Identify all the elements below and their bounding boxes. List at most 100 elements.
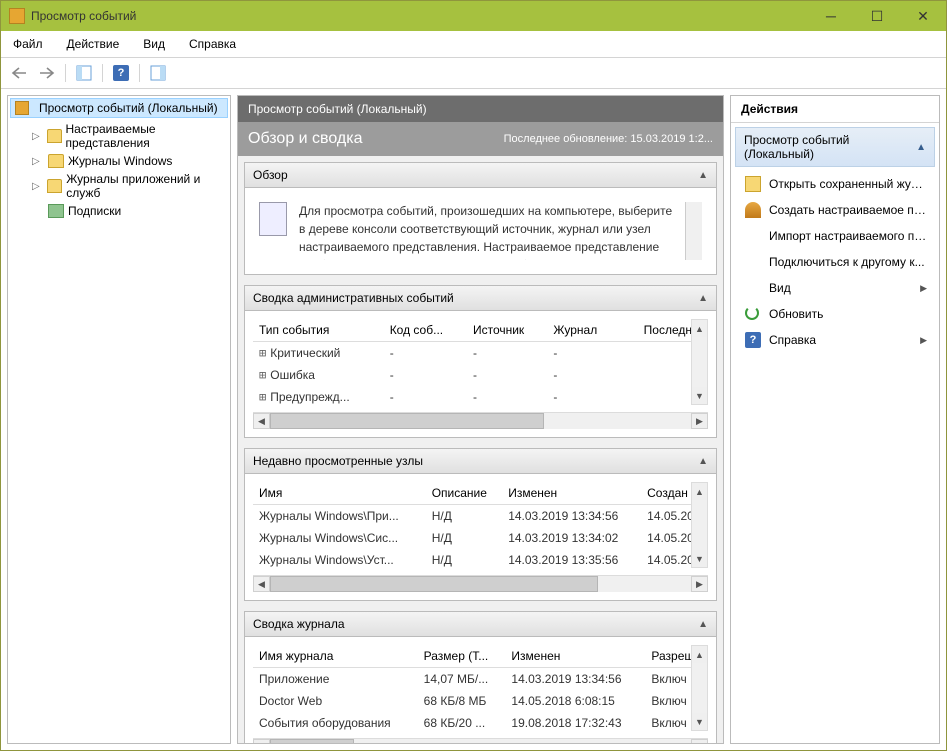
section-recent-header[interactable]: Недавно просмотренные узлы ▲ — [244, 448, 717, 474]
table-row[interactable]: События оборудования 68 КБ/20 ... 19.08.… — [253, 712, 708, 734]
section-admin-summary: Сводка административных событий ▲ Тип со… — [244, 285, 717, 438]
scroll-left-icon[interactable]: ◀ — [253, 739, 270, 743]
col-type[interactable]: Тип события — [253, 319, 384, 342]
action-connect-another[interactable]: Подключиться к другому к... — [735, 249, 935, 275]
section-admin-header[interactable]: Сводка административных событий ▲ — [244, 285, 717, 311]
scroll-down-icon[interactable]: ▼ — [692, 387, 707, 404]
event-viewer-icon — [15, 101, 29, 115]
overview-content: Для просмотра событий, произошедших на к… — [245, 188, 716, 274]
tree-item-windows-logs[interactable]: ▷ Журналы Windows — [8, 152, 230, 170]
section-recent-nodes: Недавно просмотренные узлы ▲ Имя Описани… — [244, 448, 717, 601]
back-button[interactable] — [7, 62, 31, 84]
col-source[interactable]: Источник — [467, 319, 547, 342]
help-button[interactable]: ? — [109, 62, 133, 84]
center-body: Обзор ▲ Для просмотра событий, произошед… — [238, 156, 723, 743]
tree-item-custom-views[interactable]: ▷ Настраиваемые представления — [8, 120, 230, 152]
scroll-left-icon[interactable]: ◀ — [253, 576, 270, 592]
content-area: Просмотр событий (Локальный) ▷ Настраива… — [1, 89, 946, 750]
col-desc[interactable]: Описание — [426, 482, 502, 505]
col-modified[interactable]: Изменен — [505, 645, 645, 668]
tree-item-subscriptions[interactable]: Подписки — [8, 202, 230, 220]
tree-root[interactable]: Просмотр событий (Локальный) — [10, 98, 228, 118]
submenu-arrow-icon: ▶ — [920, 283, 927, 294]
menu-view[interactable]: Вид — [139, 35, 169, 53]
section-log-header[interactable]: Сводка журнала ▲ — [244, 611, 717, 637]
section-title: Сводка административных событий — [253, 291, 454, 305]
show-tree-button[interactable] — [72, 62, 96, 84]
action-label: Справка — [769, 333, 912, 347]
menu-help[interactable]: Справка — [185, 35, 240, 53]
expand-icon[interactable]: ⊞ — [259, 368, 270, 382]
table-row[interactable]: ⊞Предупрежд... - - - 0 — [253, 386, 708, 408]
menu-action[interactable]: Действие — [63, 35, 124, 53]
actions-pane-button[interactable] — [146, 62, 170, 84]
table-row[interactable]: Журналы Windows\Уст... Н/Д 14.03.2019 13… — [253, 549, 708, 571]
vertical-scrollbar[interactable]: ▲ ▼ — [691, 319, 708, 405]
folder-icon — [48, 154, 64, 168]
action-open-saved-log[interactable]: Открыть сохраненный жур... — [735, 171, 935, 197]
forward-button[interactable] — [35, 62, 59, 84]
horizontal-scrollbar[interactable]: ◀ ▶ — [253, 738, 708, 743]
last-update-label: Последнее обновление: 15.03.2019 1:2... — [504, 133, 713, 145]
admin-events-table: Тип события Код соб... Источник Журнал П… — [253, 319, 708, 408]
section-title: Недавно просмотренные узлы — [253, 454, 423, 468]
table-row[interactable]: ⊞Критический - - - 0 — [253, 342, 708, 365]
maximize-button[interactable]: ☐ — [854, 1, 900, 31]
action-label: Импорт настраиваемого пр... — [769, 229, 927, 243]
overview-scrollbar[interactable] — [685, 202, 702, 260]
expand-icon[interactable]: ▷ — [32, 181, 43, 192]
action-help[interactable]: ? Справка ▶ — [735, 327, 935, 353]
toolbar-separator — [139, 64, 140, 82]
table-row[interactable]: Doctor Web 68 КБ/8 МБ 14.05.2018 6:08:15… — [253, 690, 708, 712]
scroll-left-icon[interactable]: ◀ — [253, 413, 270, 429]
expand-icon[interactable]: ⊞ — [259, 346, 270, 360]
vertical-scrollbar[interactable]: ▲ ▼ — [691, 482, 708, 568]
col-name[interactable]: Имя — [253, 482, 426, 505]
menubar: Файл Действие Вид Справка — [1, 31, 946, 58]
horizontal-scrollbar[interactable]: ◀ ▶ — [253, 575, 708, 592]
scroll-up-icon[interactable]: ▲ — [692, 483, 707, 500]
table-row[interactable]: Журналы Windows\Сис... Н/Д 14.03.2019 13… — [253, 527, 708, 549]
help-icon: ? — [745, 332, 761, 348]
action-import-custom-view[interactable]: Импорт настраиваемого пр... — [735, 223, 935, 249]
scroll-down-icon[interactable]: ▼ — [692, 550, 707, 567]
folder-icon — [47, 179, 62, 193]
expand-icon[interactable]: ▷ — [32, 131, 43, 142]
scroll-right-icon[interactable]: ▶ — [691, 413, 708, 429]
blank-icon — [745, 254, 761, 270]
col-code[interactable]: Код соб... — [384, 319, 467, 342]
collapse-icon: ▲ — [916, 142, 926, 153]
action-refresh[interactable]: Обновить — [735, 301, 935, 327]
col-log[interactable]: Журнал — [547, 319, 618, 342]
col-logname[interactable]: Имя журнала — [253, 645, 418, 668]
minimize-button[interactable]: ─ — [808, 1, 854, 31]
scroll-up-icon[interactable]: ▲ — [692, 646, 707, 663]
horizontal-scrollbar[interactable]: ◀ ▶ — [253, 412, 708, 429]
table-row[interactable]: Приложение 14,07 МБ/... 14.03.2019 13:34… — [253, 668, 708, 691]
table-row[interactable]: ⊞Ошибка - - - 0 — [253, 364, 708, 386]
blank-icon — [745, 228, 761, 244]
scroll-right-icon[interactable]: ▶ — [691, 576, 708, 592]
help-icon: ? — [113, 65, 129, 81]
scroll-up-icon[interactable]: ▲ — [692, 320, 707, 337]
vertical-scrollbar[interactable]: ▲ ▼ — [691, 645, 708, 731]
action-view[interactable]: Вид ▶ — [735, 275, 935, 301]
section-overview-header[interactable]: Обзор ▲ — [244, 162, 717, 188]
tree-item-app-logs[interactable]: ▷ Журналы приложений и служб — [8, 170, 230, 202]
tree-item-label: Подписки — [68, 204, 121, 218]
collapse-icon: ▲ — [698, 456, 708, 467]
col-size[interactable]: Размер (Т... — [418, 645, 506, 668]
scroll-down-icon[interactable]: ▼ — [692, 713, 707, 730]
col-modified[interactable]: Изменен — [502, 482, 641, 505]
table-row[interactable]: Журналы Windows\При... Н/Д 14.03.2019 13… — [253, 505, 708, 528]
toolbar-separator — [65, 64, 66, 82]
expand-icon[interactable]: ⊞ — [259, 390, 270, 404]
close-button[interactable]: ✕ — [900, 1, 946, 31]
scroll-right-icon[interactable]: ▶ — [691, 739, 708, 743]
actions-group-header[interactable]: Просмотр событий (Локальный) ▲ — [735, 127, 935, 167]
expand-icon[interactable]: ▷ — [32, 156, 44, 167]
menu-file[interactable]: Файл — [9, 35, 47, 53]
log-table-wrap: Имя журнала Размер (Т... Изменен Разреш … — [244, 637, 717, 743]
action-create-custom-view[interactable]: Создать настраиваемое пре... — [735, 197, 935, 223]
tree-item-label: Журналы приложений и служб — [66, 172, 226, 200]
